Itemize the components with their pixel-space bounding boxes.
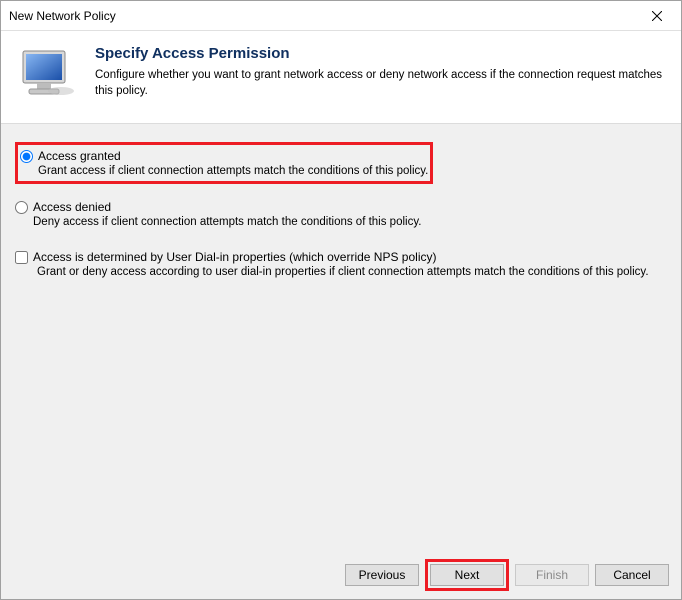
titlebar: New Network Policy (1, 1, 681, 31)
highlight-next: Next (425, 559, 509, 591)
header-title: Specify Access Permission (95, 45, 671, 62)
radio-access-granted[interactable] (20, 150, 33, 163)
label-dialin: Access is determined by User Dial-in pro… (33, 250, 436, 264)
close-icon (652, 11, 662, 21)
window-title: New Network Policy (9, 9, 637, 23)
label-access-granted: Access granted (38, 149, 121, 163)
finish-button[interactable]: Finish (515, 564, 589, 586)
header-monitor-icon (17, 45, 75, 103)
dialog-header: Specify Access Permission Configure whet… (1, 31, 681, 124)
close-button[interactable] (637, 2, 677, 30)
next-button[interactable]: Next (430, 564, 504, 586)
label-access-denied: Access denied (33, 200, 111, 214)
dialog-footer: Previous Next Finish Cancel (1, 551, 681, 599)
previous-button[interactable]: Previous (345, 564, 419, 586)
desc-dialin: Grant or deny access according to user d… (37, 266, 667, 278)
header-description: Configure whether you want to grant netw… (95, 68, 671, 99)
desc-access-denied: Deny access if client connection attempt… (33, 216, 667, 228)
dialog-window: New Network Policy (0, 0, 682, 600)
desc-access-granted: Grant access if client connection attemp… (38, 165, 428, 177)
checkbox-dialin[interactable] (15, 251, 28, 264)
radio-access-denied[interactable] (15, 201, 28, 214)
highlight-access-granted: Access granted Grant access if client co… (15, 142, 433, 184)
dialog-content: Access granted Grant access if client co… (1, 124, 681, 551)
cancel-button[interactable]: Cancel (595, 564, 669, 586)
